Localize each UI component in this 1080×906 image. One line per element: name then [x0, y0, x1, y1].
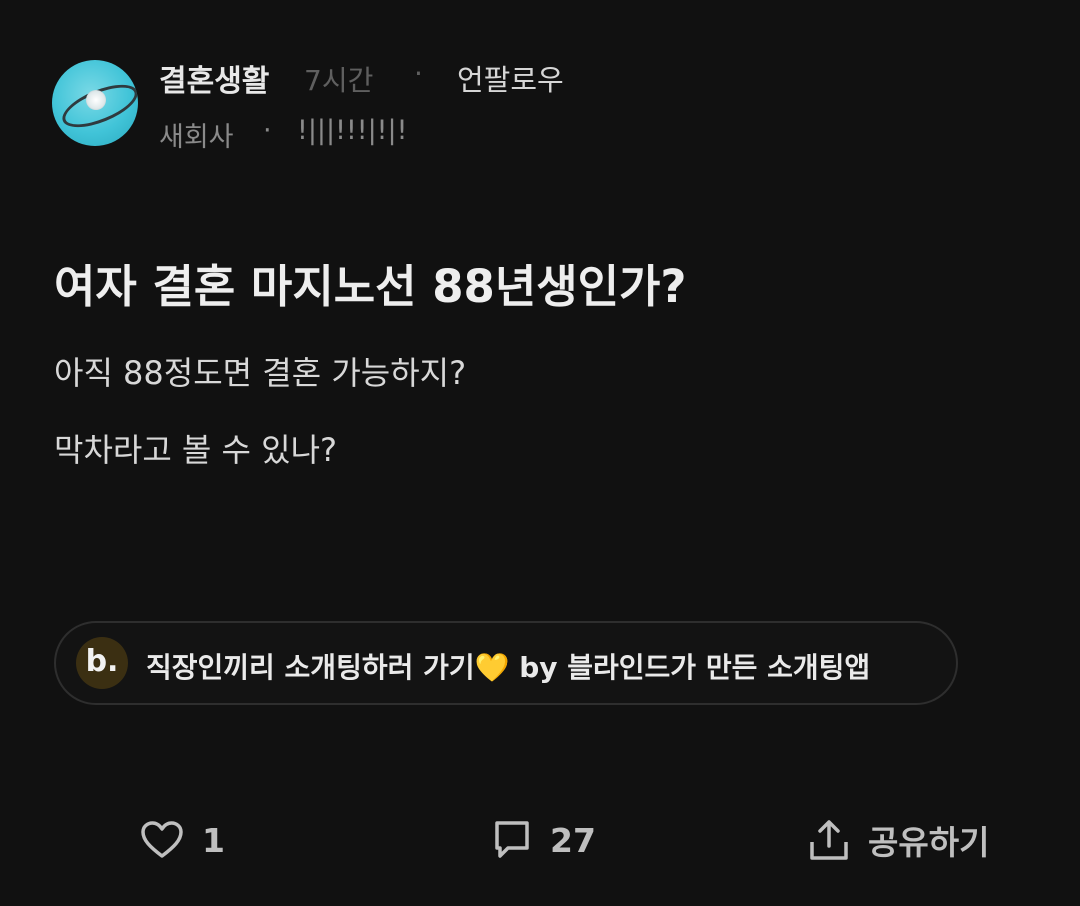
diamond — [86, 90, 106, 110]
separator-dot: · — [263, 115, 272, 146]
like-count: 1 — [202, 820, 225, 860]
share-label: 공유하기 — [868, 823, 990, 862]
post-header: 결혼생활 7시간 · 언팔로우 새회사 · !|||!!!|!|! — [52, 56, 1052, 156]
heart-icon — [140, 820, 184, 860]
post-time: 7시간 — [304, 64, 374, 97]
share-icon — [808, 818, 850, 862]
topic-label[interactable]: 결혼생활 — [159, 56, 269, 100]
ad-banner[interactable]: b. 직장인끼리 소개팅하러 가기💛 by 블라인드가 만든 소개팅앱 — [54, 621, 958, 705]
author-company[interactable]: 새회사 — [159, 115, 234, 154]
post-body-line: 막차라고 볼 수 있나? — [54, 431, 338, 469]
ad-text: 직장인끼리 소개팅하러 가기💛 by 블라인드가 만든 소개팅앱 — [146, 651, 871, 684]
comment-count: 27 — [550, 820, 596, 860]
comment-icon — [492, 819, 532, 861]
share-button[interactable]: 공유하기 — [808, 816, 989, 864]
post-body-line: 아직 88정도면 결혼 가능하지? — [54, 354, 467, 392]
comment-button[interactable]: 27 — [492, 816, 596, 864]
author-nickname[interactable]: !|||!!!|!|! — [297, 115, 407, 146]
blind-logo: b. — [76, 637, 128, 689]
separator-dot: · — [414, 57, 423, 90]
like-button[interactable]: 1 — [140, 816, 225, 864]
unfollow-button[interactable]: 언팔로우 — [457, 57, 564, 99]
post-title: 여자 결혼 마지노선 88년생인가? — [54, 260, 687, 313]
avatar[interactable] — [52, 60, 138, 146]
